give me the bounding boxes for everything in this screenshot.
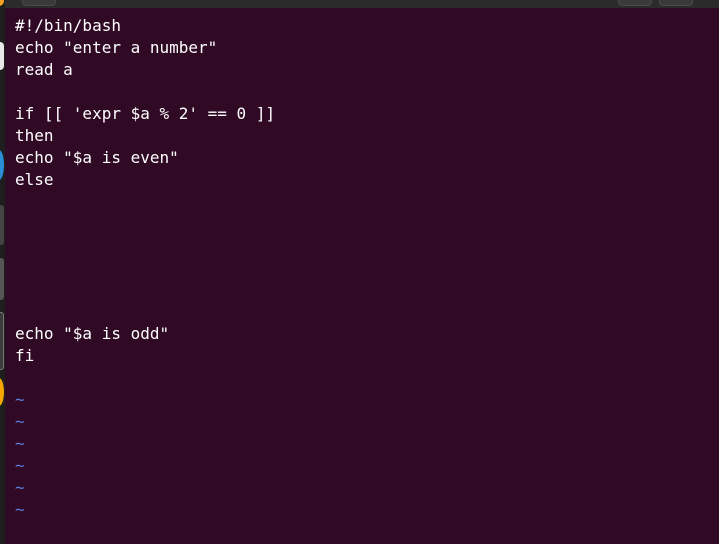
vim-empty-line-marker: ~ xyxy=(15,456,25,475)
code-line: #!/bin/bash xyxy=(15,16,121,35)
titlebar-button-left[interactable] xyxy=(22,0,56,6)
maximize-button[interactable] xyxy=(659,0,693,6)
terminal-editor[interactable]: #!/bin/bash echo "enter a number" read a if… xyxy=(15,15,719,544)
dock-sidebar xyxy=(0,0,5,544)
code-line: echo "enter a number" xyxy=(15,38,218,57)
files-icon[interactable] xyxy=(0,150,4,180)
vim-empty-line-marker: ~ xyxy=(15,390,25,409)
code-line: then xyxy=(15,126,54,145)
code-line: echo "$a is odd" xyxy=(15,324,170,343)
vim-empty-line-marker: ~ xyxy=(15,500,25,519)
vim-empty-line-marker: ~ xyxy=(15,412,25,431)
vim-empty-line-marker: ~ xyxy=(15,434,25,453)
terminal-icon[interactable] xyxy=(0,205,4,245)
vlc-icon[interactable] xyxy=(0,378,4,406)
code-line: echo "$a is even" xyxy=(15,148,179,167)
code-line: read a xyxy=(15,60,73,79)
code-line: if [[ 'expr $a % 2' == 0 ]] xyxy=(15,104,276,123)
code-line: fi xyxy=(15,346,35,365)
window-titlebar xyxy=(0,0,719,8)
minimize-button[interactable] xyxy=(618,0,652,6)
chromium-icon[interactable] xyxy=(0,42,4,70)
text-editor-icon[interactable] xyxy=(0,312,4,370)
settings-icon[interactable] xyxy=(0,258,4,300)
firefox-icon[interactable] xyxy=(0,0,4,6)
code-line: else xyxy=(15,170,54,189)
vim-empty-line-marker: ~ xyxy=(15,478,25,497)
